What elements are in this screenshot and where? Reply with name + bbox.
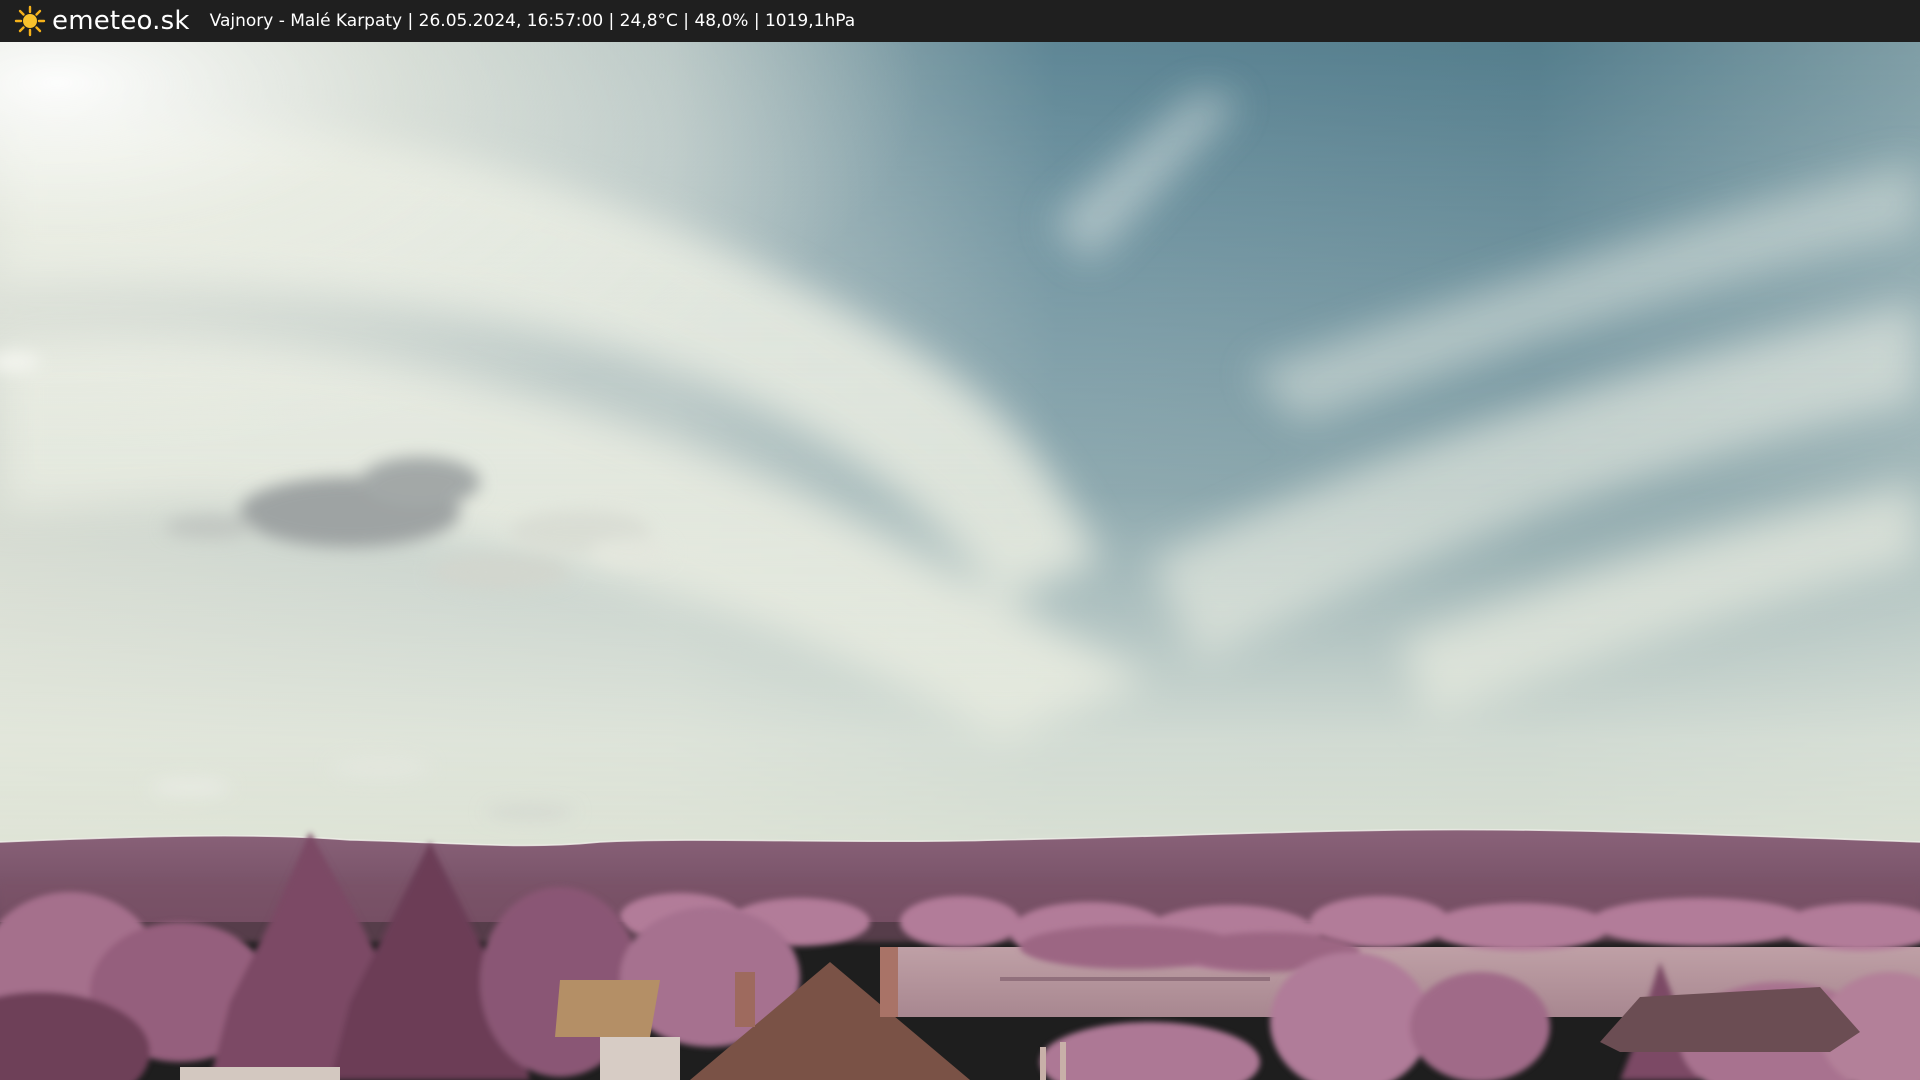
webcam-image [0,42,1920,1080]
header-bar: emeteo.sk Vajnory - Malé Karpaty | 26.05… [0,0,1920,42]
site-logo-link[interactable]: emeteo.sk [14,0,190,42]
sun-icon [14,5,46,37]
webcam-caption: Vajnory - Malé Karpaty | 26.05.2024, 16:… [209,11,856,31]
brand-name: emeteo.sk [52,6,190,36]
landscape-photo [0,42,1920,1080]
